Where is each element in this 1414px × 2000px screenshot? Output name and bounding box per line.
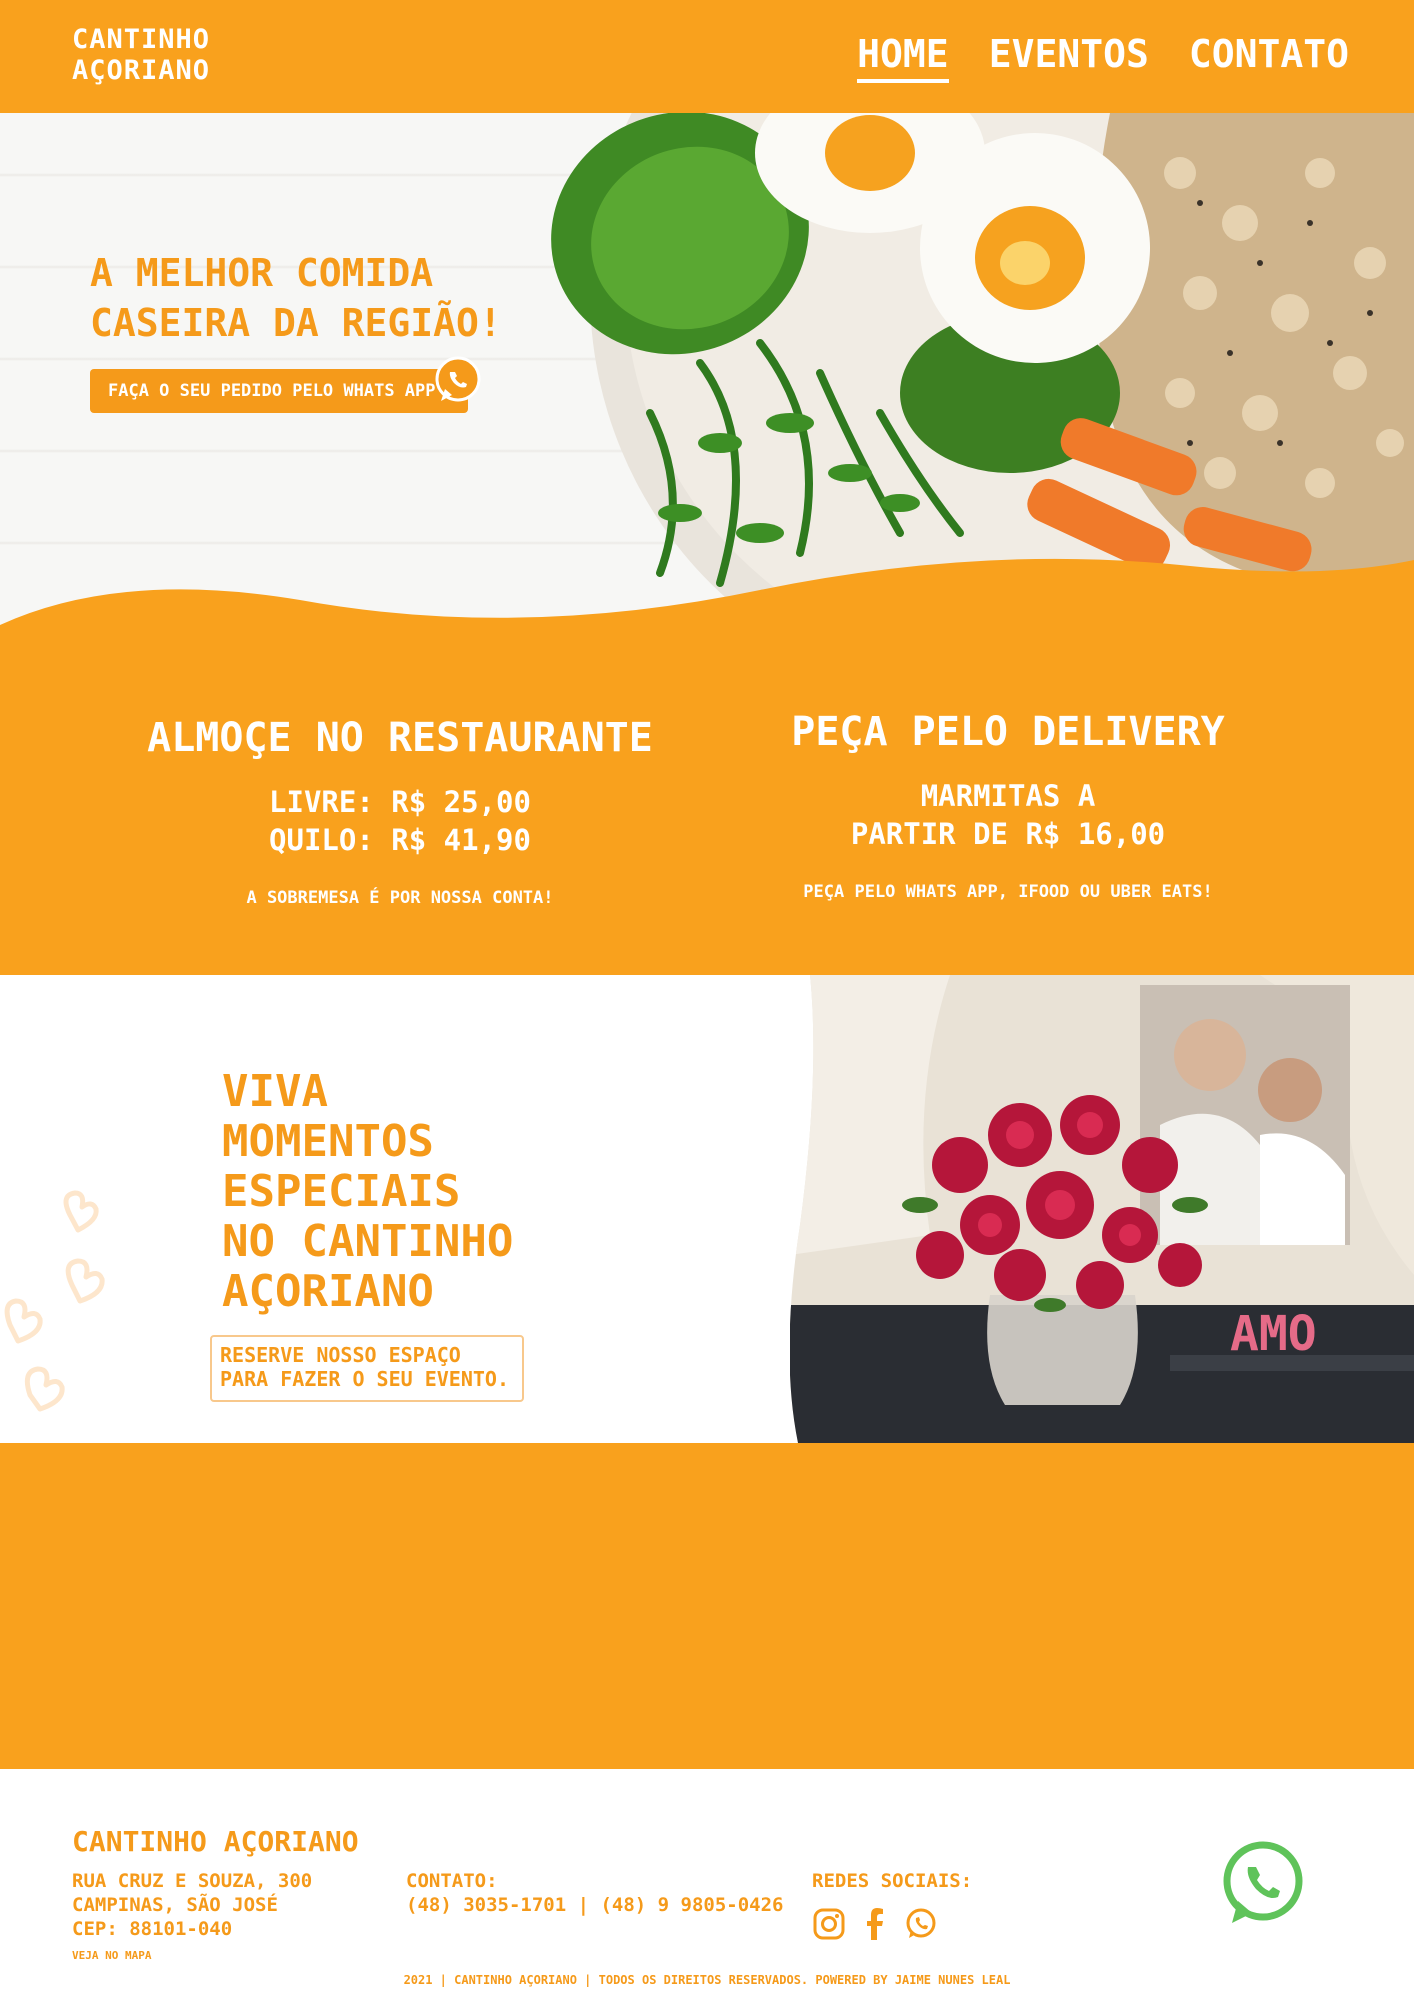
reserve-event-button[interactable]: RESERVE NOSSO ESPAÇO PARA FAZER O SEU EV… [210, 1335, 524, 1402]
restaurant-offer-title: ALMOÇE NO RESTAURANTE [147, 715, 653, 761]
whatsapp-order-button[interactable]: FAÇA O SEU PEDIDO PELO WHATS APP [90, 369, 468, 413]
delivery-offer: PEÇA PELO DELIVERY MARMITAS A PARTIR DE … [718, 709, 1298, 903]
site-logo[interactable]: CANTINHO AÇORIANO [72, 24, 252, 86]
logo-line-2: AÇORIANO [72, 55, 211, 86]
whatsapp-icon[interactable] [432, 355, 484, 407]
orange-banner-band [0, 1443, 1414, 1769]
hero-title: A MELHOR COMIDA CASEIRA DA REGIÃO! [90, 248, 510, 348]
site-footer: CANTINHO AÇORIANO RUA CRUZ E SOUZA, 300 … [0, 1769, 1414, 2000]
events-title: VIVA MOMENTOS ESPECIAIS NO CANTINHO AÇOR… [222, 1067, 582, 1317]
contact-phones: (48) 3035-1701 | (48) 9 9805-0426 [406, 1894, 784, 1916]
social-label: REDES SOCIAIS: [812, 1870, 973, 1892]
footer-contact: CONTATO: (48) 3035-1701 | (48) 9 9805-04… [406, 1869, 784, 1917]
events-title-line-5: AÇORIANO [222, 1266, 434, 1317]
hero-title-line-1: A MELHOR COMIDA [90, 251, 434, 295]
instagram-icon[interactable] [812, 1907, 846, 1941]
site-header: CANTINHO AÇORIANO HOME EVENTOS CONTATO [0, 0, 1414, 113]
address-cep: CEP: 88101-040 [72, 1918, 233, 1940]
reserve-line-1: RESERVE NOSSO ESPAÇO [220, 1343, 461, 1367]
main-nav: HOME EVENTOS CONTATO [857, 32, 1349, 83]
events-title-line-4: NO CANTINHO [222, 1216, 514, 1267]
social-icons [812, 1907, 938, 1941]
restaurant-price-livre: LIVRE: R$ 25,00 [269, 785, 531, 819]
events-title-line-3: ESPECIAIS [222, 1166, 461, 1217]
delivery-price-line-2: PARTIR DE R$ 16,00 [850, 817, 1166, 851]
restaurant-prices: LIVRE: R$ 25,00 QUILO: R$ 41,90 [110, 783, 690, 859]
delivery-offer-note: PEÇA PELO WHATS APP, IFOOD OU UBER EATS! [803, 882, 1213, 902]
address-street: RUA CRUZ E SOUZA, 300 [72, 1870, 313, 1892]
map-link[interactable]: VEJA NO MAPA [72, 1949, 151, 1962]
footer-address: RUA CRUZ E SOUZA, 300 CAMPINAS, SÃO JOSÉ… [72, 1869, 312, 1941]
whatsapp-icon[interactable] [904, 1907, 938, 1941]
delivery-price-line-1: MARMITAS A [920, 779, 1096, 813]
delivery-prices: MARMITAS A PARTIR DE R$ 16,00 [718, 777, 1298, 853]
logo-line-1: CANTINHO [72, 24, 211, 55]
hero-title-line-2: CASEIRA DA REGIÃO! [90, 301, 502, 345]
events-title-line-1: VIVA [222, 1066, 328, 1117]
restaurant-price-quilo: QUILO: R$ 41,90 [269, 823, 531, 857]
amor-sign: AMO [1230, 1306, 1317, 1362]
nav-eventos-link[interactable]: EVENTOS [989, 32, 1149, 83]
nav-home-link[interactable]: HOME [857, 32, 949, 83]
address-city: CAMPINAS, SÃO JOSÉ [72, 1894, 278, 1916]
nav-contato-link[interactable]: CONTATO [1189, 32, 1349, 83]
offers-section: ALMOÇE NO RESTAURANTE LIVRE: R$ 25,00 QU… [0, 633, 1414, 975]
footer-brand: CANTINHO AÇORIANO [72, 1825, 359, 1858]
facebook-icon[interactable] [858, 1907, 892, 1941]
hero-wave-divider [0, 558, 1414, 640]
delivery-offer-title: PEÇA PELO DELIVERY [791, 709, 1225, 755]
restaurant-offer: ALMOÇE NO RESTAURANTE LIVRE: R$ 25,00 QU… [110, 715, 690, 909]
reserve-line-2: PARA FAZER O SEU EVENTO. [220, 1367, 509, 1391]
events-title-line-2: MOMENTOS [222, 1116, 434, 1167]
event-decoration-photo: AMO [790, 975, 1414, 1443]
hearts-decoration [4, 1190, 105, 1412]
contact-label: CONTATO: [406, 1870, 498, 1892]
copyright-text: 2021 | CANTINHO AÇORIANO | TODOS OS DIRE… [403, 1973, 1011, 1987]
restaurant-offer-note: A SOBREMESA É POR NOSSA CONTA! [246, 888, 554, 908]
floating-whatsapp-button[interactable] [1218, 1839, 1308, 1929]
events-section: VIVA MOMENTOS ESPECIAIS NO CANTINHO AÇOR… [0, 975, 1414, 1443]
